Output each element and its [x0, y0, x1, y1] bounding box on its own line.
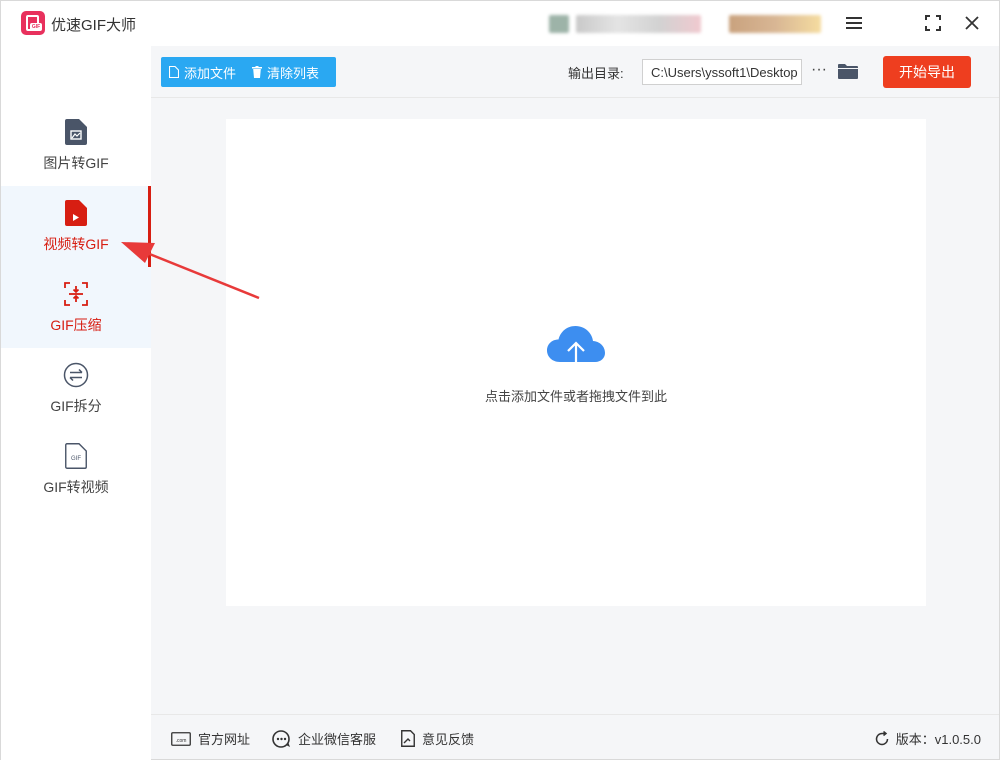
blurred-username [576, 15, 701, 33]
website-icon: .com [171, 731, 191, 746]
version-label: 版本：v1.0.5.0 [895, 732, 981, 747]
main-content: 添加文件 清除列表 输出目录: C:\Users\yssoft1\Desktop… [151, 46, 999, 714]
feedback-label: 意见反馈 [422, 732, 475, 747]
file-drop-zone[interactable]: 点击添加文件或者拖拽文件到此 [226, 119, 926, 606]
official-website-link[interactable]: .com 官方网址 [171, 729, 250, 748]
footer: .com 官方网址 企业微信客服 意见反馈 版本：v1.0.5.0 [151, 714, 999, 759]
menu-icon[interactable] [839, 9, 869, 37]
add-file-button[interactable]: 添加文件 [161, 57, 244, 87]
feedback-icon [401, 730, 415, 747]
folder-icon[interactable] [838, 63, 858, 79]
sidebar: 图片转GIF 视频转GIF GIF压缩 GIF拆分 GIF GIF转视频 [1, 46, 151, 760]
maximize-icon[interactable] [918, 9, 948, 37]
browse-button[interactable]: ··· [808, 60, 830, 84]
wechat-service-link[interactable]: 企业微信客服 [272, 729, 376, 748]
sidebar-item-gif-compress[interactable]: GIF压缩 [1, 267, 151, 348]
drop-hint: 点击添加文件或者拖拽文件到此 [484, 389, 667, 404]
app-logo-icon: GIF [21, 11, 45, 35]
toolbar: 添加文件 清除列表 输出目录: C:\Users\yssoft1\Desktop… [151, 46, 999, 98]
sidebar-item-video-to-gif[interactable]: 视频转GIF [1, 186, 151, 267]
file-button-group: 添加文件 清除列表 [161, 57, 336, 87]
sidebar-item-label: GIF压缩 [50, 316, 102, 333]
file-icon [169, 66, 179, 78]
svg-text:.com: .com [176, 738, 187, 744]
sidebar-item-label: 视频转GIF [43, 235, 109, 252]
compress-icon [64, 281, 88, 306]
wechat-label: 企业微信客服 [298, 732, 377, 747]
title-bar: GIF 优速GIF大师 [1, 1, 999, 46]
add-file-label: 添加文件 [184, 65, 237, 81]
clear-list-label: 清除列表 [267, 65, 320, 81]
sidebar-item-gif-split[interactable]: GIF拆分 [1, 348, 151, 429]
clear-list-button[interactable]: 清除列表 [244, 57, 327, 87]
version-info[interactable]: 版本：v1.0.5.0 [874, 729, 981, 748]
wechat-icon [272, 729, 290, 748]
video-file-icon [65, 199, 87, 226]
sidebar-item-image-to-gif[interactable]: 图片转GIF [1, 105, 151, 186]
output-dir-label: 输出目录: [568, 66, 624, 81]
blurred-avatar [549, 15, 569, 33]
svg-text:GIF: GIF [71, 456, 81, 462]
blurred-vip-badge [729, 15, 821, 33]
refresh-icon [875, 730, 888, 745]
website-label: 官方网址 [198, 732, 251, 747]
trash-icon [252, 66, 263, 78]
start-export-button[interactable]: 开始导出 [883, 56, 971, 88]
split-icon [63, 362, 89, 387]
app-window: GIF 优速GIF大师 图片转GIF 视频转GIF GIF压缩 GIF拆分 GI… [0, 0, 1000, 760]
app-title: 优速GIF大师 [51, 17, 136, 34]
output-dir-input[interactable]: C:\Users\yssoft1\Desktop [642, 59, 802, 85]
sidebar-item-gif-to-video[interactable]: GIF GIF转视频 [1, 429, 151, 510]
close-icon[interactable] [957, 9, 987, 37]
feedback-link[interactable]: 意见反馈 [401, 729, 474, 748]
cloud-upload-icon [547, 326, 605, 375]
sidebar-item-label: 图片转GIF [43, 154, 109, 171]
sidebar-item-label: GIF转视频 [43, 478, 109, 495]
image-file-icon [65, 118, 87, 145]
gif-file-icon: GIF [65, 442, 87, 469]
sidebar-item-label: GIF拆分 [50, 397, 102, 414]
